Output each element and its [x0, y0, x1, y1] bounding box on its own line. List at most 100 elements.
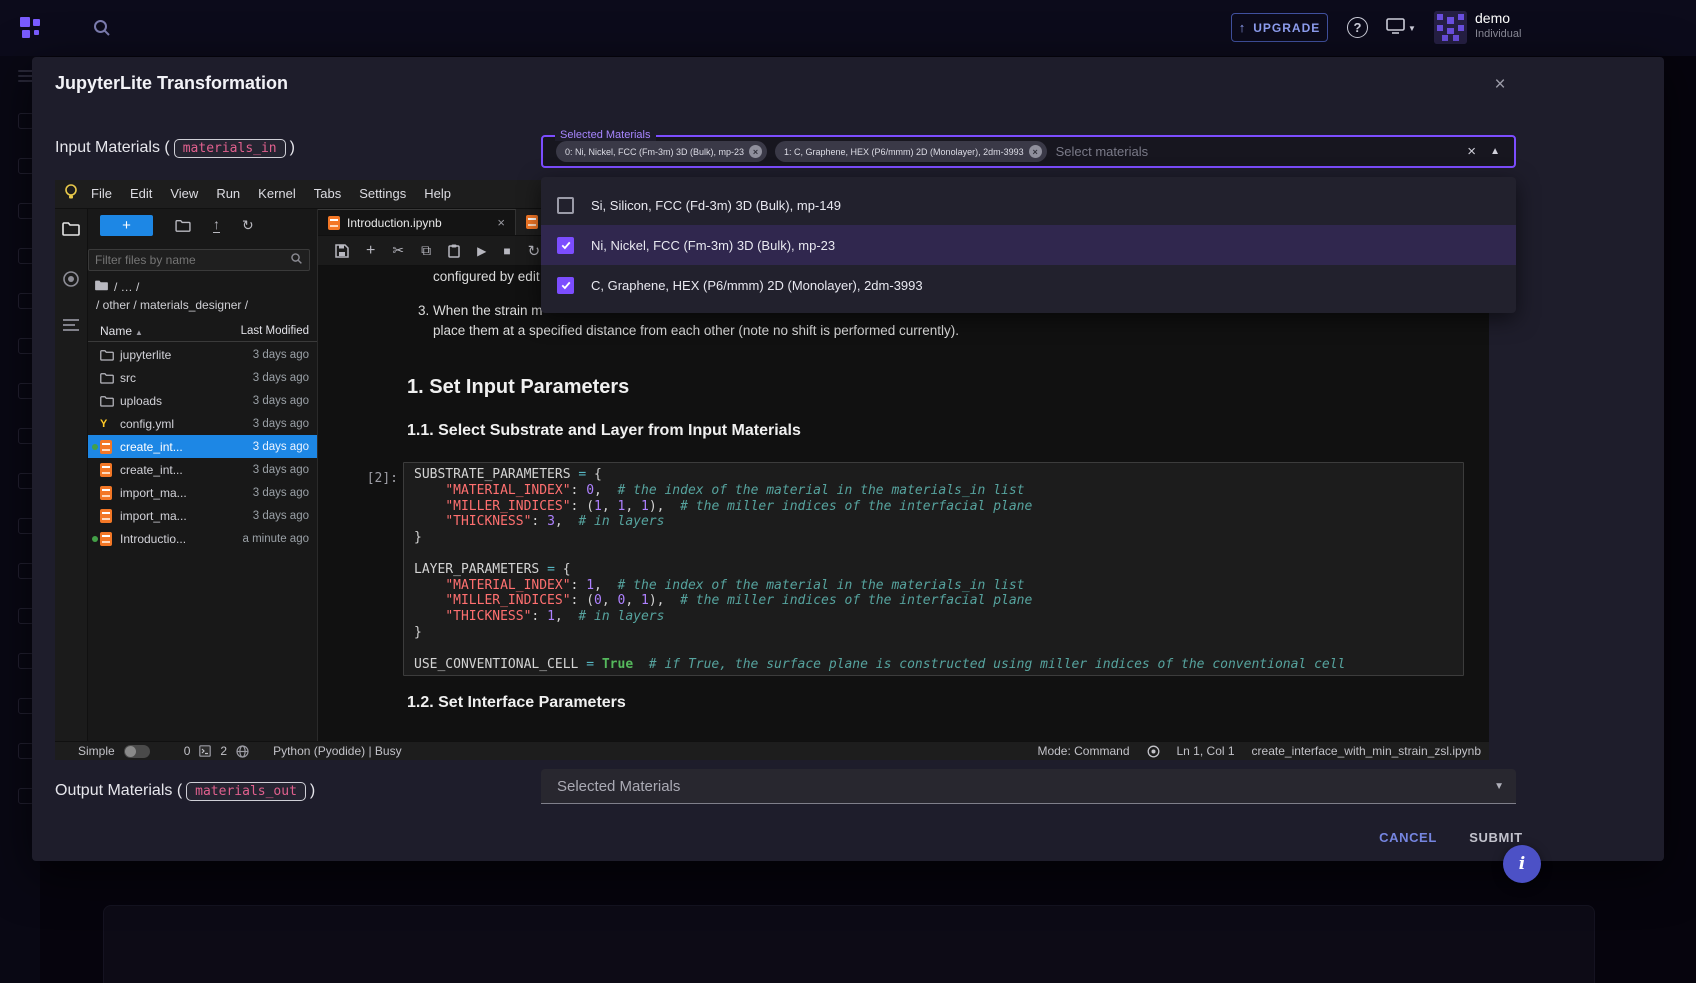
file-modified: 3 days ago	[253, 441, 309, 453]
running-sessions-tab-icon[interactable]	[62, 270, 80, 293]
new-folder-icon[interactable]	[175, 219, 191, 232]
chevron-up-icon[interactable]: ▲	[1490, 146, 1500, 157]
run-icon[interactable]: ▶	[477, 244, 486, 258]
dialog-title: JupyterLite Transformation	[55, 73, 288, 94]
select-label: Selected Materials	[555, 129, 656, 141]
mat3ra-logo-icon[interactable]	[18, 15, 44, 46]
close-icon[interactable]: ×	[1488, 73, 1512, 97]
simple-mode-toggle[interactable]	[124, 745, 150, 758]
material-option[interactable]: C, Graphene, HEX (P6/mmm) 2D (Monolayer)…	[541, 265, 1516, 305]
checkbox-checked-icon[interactable]	[557, 277, 574, 294]
column-last-modified[interactable]: Last Modified	[241, 325, 309, 337]
file-row[interactable]: Introductio...a minute ago	[88, 527, 317, 550]
menu-kernel[interactable]: Kernel	[249, 186, 305, 201]
terminals-count[interactable]: 0	[184, 744, 191, 758]
input-materials-select[interactable]: Selected Materials 0: Ni, Nickel, FCC (F…	[541, 135, 1516, 168]
file-browser-tab-icon[interactable]	[62, 221, 80, 241]
file-row[interactable]: Yconfig.yml3 days ago	[88, 412, 317, 435]
file-modified: 3 days ago	[253, 487, 309, 499]
menu-view[interactable]: View	[161, 186, 207, 201]
material-option[interactable]: Ni, Nickel, FCC (Fm-3m) 3D (Bulk), mp-23	[541, 225, 1516, 265]
material-chip[interactable]: 0: Ni, Nickel, FCC (Fm-3m) 3D (Bulk), mp…	[556, 141, 767, 162]
materials-in-code: materials_in	[174, 139, 286, 158]
info-fab-button[interactable]: i	[1503, 845, 1541, 883]
code-line: USE_CONVENTIONAL_CELL = True # if True, …	[414, 657, 1453, 673]
file-row[interactable]: import_ma...3 days ago	[88, 481, 317, 504]
cancel-button[interactable]: CANCEL	[1370, 823, 1446, 851]
restart-kernel-icon[interactable]: ↻	[528, 242, 541, 260]
stop-icon[interactable]: ■	[503, 244, 510, 258]
refresh-icon[interactable]: ↻	[242, 217, 254, 234]
cell-execution-count: [2]:	[336, 471, 398, 486]
kernels-count[interactable]: 2	[220, 744, 227, 758]
notebook-content[interactable]: configured by edit 3. When the strain m …	[318, 266, 1489, 741]
select-materials-input[interactable]	[1056, 144, 1514, 159]
console-menu-button[interactable]: ▼	[1386, 18, 1416, 39]
add-cell-icon[interactable]: +	[366, 242, 375, 260]
tab-close-icon[interactable]: ×	[497, 215, 505, 230]
output-materials-suffix: )	[310, 782, 315, 800]
notebook-icon	[100, 486, 112, 500]
menu-edit[interactable]: Edit	[121, 186, 161, 201]
file-row[interactable]: create_int...3 days ago	[88, 435, 317, 458]
material-option[interactable]: Si, Silicon, FCC (Fd-3m) 3D (Bulk), mp-1…	[541, 185, 1516, 225]
menu-tabs[interactable]: Tabs	[305, 186, 350, 201]
cursor-position[interactable]: Ln 1, Col 1	[1177, 744, 1235, 758]
tab-introduction-ipynb[interactable]: Introduction.ipynb ×	[318, 209, 516, 235]
home-folder-icon[interactable]	[94, 279, 109, 294]
file-modified: 3 days ago	[253, 464, 309, 476]
copy-icon[interactable]: ⧉	[421, 242, 431, 259]
file-name: import_ma...	[120, 509, 187, 523]
help-button[interactable]: ?	[1347, 17, 1368, 38]
column-name[interactable]: Name▲	[100, 324, 143, 338]
code-line: LAYER_PARAMETERS = {	[414, 562, 1453, 578]
checkbox-checked-icon[interactable]	[557, 237, 574, 254]
file-row[interactable]: create_int...3 days ago	[88, 458, 317, 481]
breadcrumb-ellipsis[interactable]: / … /	[114, 280, 139, 294]
chip-remove-icon[interactable]: ×	[1029, 145, 1042, 158]
code-line: "THICKNESS": 1, # in layers	[414, 609, 1453, 625]
terminal-icon	[199, 745, 211, 757]
notebook-icon	[100, 532, 112, 546]
new-launcher-button[interactable]: +	[100, 215, 153, 236]
notebook-icon	[100, 486, 112, 500]
file-modified: 3 days ago	[253, 510, 309, 522]
clear-selection-icon[interactable]: ×	[1467, 143, 1476, 160]
menu-help[interactable]: Help	[415, 186, 460, 201]
output-materials-select[interactable]: Selected Materials ▼	[541, 769, 1516, 804]
table-of-contents-tab-icon[interactable]	[62, 318, 80, 337]
file-modified: 3 days ago	[253, 395, 309, 407]
breadcrumb-path[interactable]: / other / materials_designer /	[96, 298, 248, 312]
file-row[interactable]: jupyterlite3 days ago	[88, 343, 317, 366]
user-menu[interactable]: demo Individual	[1475, 10, 1521, 41]
command-mode-indicator[interactable]: Mode: Command	[1037, 744, 1129, 758]
checkbox-unchecked-icon[interactable]	[557, 197, 574, 214]
breadcrumb[interactable]: / … /	[94, 279, 139, 294]
upgrade-button[interactable]: ↑ UPGRADE	[1231, 13, 1328, 42]
material-chip-label: 0: Ni, Nickel, FCC (Fm-3m) 3D (Bulk), mp…	[565, 147, 744, 157]
kernel-status[interactable]: Python (Pyodide) | Busy	[273, 744, 402, 758]
material-chip[interactable]: 1: C, Graphene, HEX (P6/mmm) 2D (Monolay…	[775, 141, 1047, 162]
chip-remove-icon[interactable]: ×	[749, 145, 762, 158]
file-modified: 3 days ago	[253, 372, 309, 384]
folder-icon	[100, 372, 114, 384]
file-filter-input[interactable]	[89, 253, 290, 267]
lightbulb-icon[interactable]	[64, 184, 78, 205]
menu-file[interactable]: File	[82, 186, 121, 201]
file-row[interactable]: src3 days ago	[88, 366, 317, 389]
file-browser: + ↑ ↻	[88, 209, 318, 741]
file-row[interactable]: uploads3 days ago	[88, 389, 317, 412]
avatar[interactable]	[1434, 11, 1467, 44]
search-icon[interactable]	[92, 18, 112, 43]
menu-settings[interactable]: Settings	[350, 186, 415, 201]
save-icon[interactable]	[335, 244, 349, 258]
file-row[interactable]: import_ma... 3 days ago	[88, 504, 317, 527]
cut-icon[interactable]: ✂	[392, 242, 404, 259]
code-cell[interactable]: SUBSTRATE_PARAMETERS = { "MATERIAL_INDEX…	[403, 462, 1464, 676]
upgrade-label: UPGRADE	[1253, 21, 1320, 35]
upload-icon[interactable]: ↑	[213, 217, 220, 233]
paste-icon[interactable]	[448, 244, 460, 258]
menu-run[interactable]: Run	[207, 186, 249, 201]
notebook-icon	[100, 463, 112, 477]
markdown-text: place them at a specified distance from …	[433, 323, 959, 338]
